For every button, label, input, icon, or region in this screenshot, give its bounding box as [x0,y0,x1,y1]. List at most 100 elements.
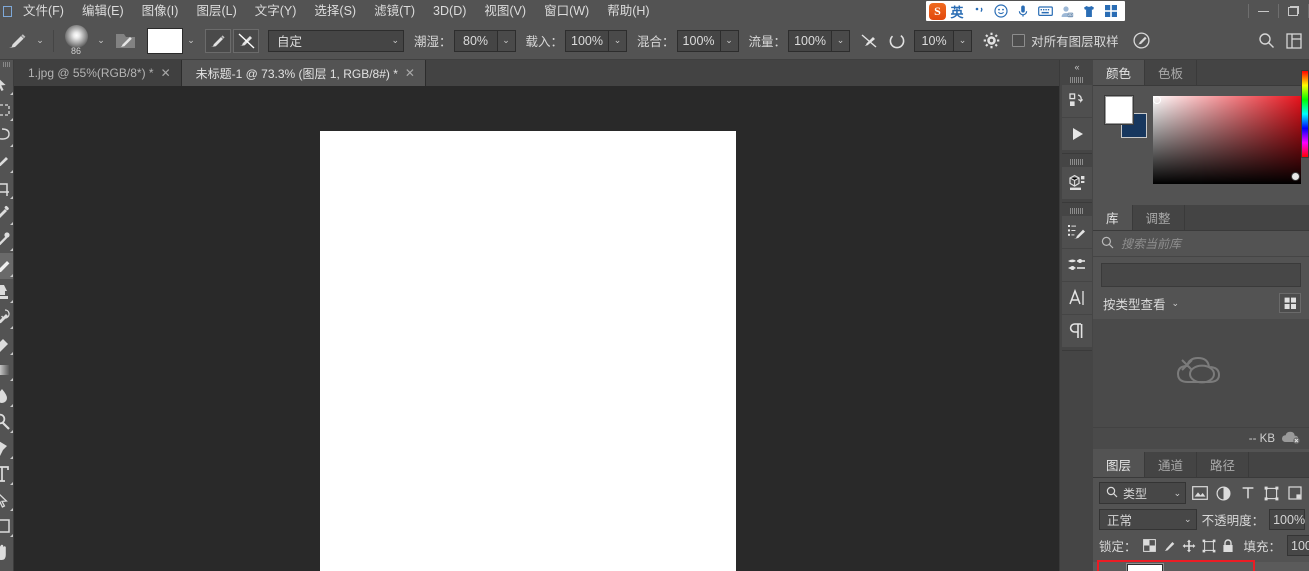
library-search-input[interactable]: 搜索当前库 [1121,235,1181,252]
load-value-field[interactable]: 100% [565,30,609,52]
rail-grip-3[interactable] [1070,208,1084,214]
keyboard-icon[interactable] [1034,2,1056,21]
mix-stepper[interactable]: ⌄ [721,30,739,52]
brush-color-caret-icon[interactable]: ⌄ [183,30,199,52]
brush-tool[interactable] [0,253,14,279]
smoothing-icon[interactable] [884,29,910,53]
emoji-icon[interactable] [990,2,1012,21]
blur-tool[interactable] [0,383,14,409]
smoothing-value-field[interactable]: 10% [914,30,954,52]
lock-all-icon[interactable] [1222,538,1234,554]
menu-3d[interactable]: 3D(D) [424,0,475,22]
type-filter-icon[interactable] [1238,482,1258,504]
toolbox-icon[interactable] [1100,2,1122,21]
lock-image-icon[interactable] [1162,538,1176,554]
menu-window[interactable]: 窗口(W) [535,0,598,22]
punctuation-toggle-icon[interactable] [968,2,990,21]
search-icon[interactable] [1253,29,1279,53]
menu-file[interactable]: 文件(F) [14,0,73,22]
color-spectrum-thumb[interactable] [1291,172,1300,181]
character-panel-icon[interactable] [1062,282,1092,314]
path-selection-tool[interactable] [0,487,14,513]
eyedropper-tool[interactable] [0,201,14,227]
load-stepper[interactable]: ⌄ [609,30,627,52]
move-tool[interactable] [0,71,14,97]
library-search-row[interactable]: 搜索当前库 [1093,231,1309,257]
history-brush-tool[interactable] [0,305,14,331]
brush-preset-picker[interactable] [113,29,139,53]
mixer-preset-select[interactable]: 自定 ⌄ [268,30,404,52]
document-tab-1[interactable]: 1.jpg @ 55%(RGB/8*) * ✕ [14,60,182,86]
opacity-value-field[interactable]: 100% [1269,509,1305,530]
active-tool-icon[interactable] [2,26,32,56]
adjustment-filter-icon[interactable] [1214,482,1234,504]
tab-swatches[interactable]: 色板 [1145,60,1197,85]
color-spectrum[interactable] [1153,96,1301,184]
mix-value-field[interactable]: 100% [677,30,721,52]
clean-brush-after-stroke-button[interactable] [233,29,259,53]
smoothing-stepper[interactable]: ⌄ [954,30,972,52]
workspace-icon[interactable] [1281,29,1307,53]
tab-layers[interactable]: 图层 [1093,452,1145,477]
brush-presets-icon[interactable] [1062,249,1092,281]
gradient-tool[interactable] [0,357,14,383]
type-tool[interactable] [0,461,14,487]
table-row[interactable]: 图层 1 [1093,562,1309,571]
menu-layer[interactable]: 图层(L) [187,0,245,22]
foreground-background-swatches[interactable] [1105,96,1147,138]
dodge-tool[interactable] [0,409,14,435]
clone-stamp-tool[interactable] [0,279,14,305]
flow-value-field[interactable]: 100% [788,30,832,52]
foreground-color-swatch[interactable] [1105,96,1133,124]
microphone-icon[interactable] [1012,2,1034,21]
sogou-logo-icon[interactable]: S [929,3,946,20]
tab-libraries[interactable]: 库 [1093,205,1133,230]
tab-channels[interactable]: 通道 [1145,452,1197,477]
wet-stepper[interactable]: ⌄ [498,30,516,52]
menu-select[interactable]: 选择(S) [305,0,365,22]
minimize-button[interactable] [1249,0,1278,22]
lock-transparency-icon[interactable] [1143,538,1156,554]
document-canvas[interactable] [320,131,736,571]
lock-artboard-icon[interactable] [1202,538,1216,554]
brush-color-swatch[interactable] [147,28,183,54]
load-brush-after-stroke-button[interactable] [205,29,231,53]
sample-all-layers-checkbox[interactable] [1012,34,1025,47]
canvas-area[interactable] [14,86,1059,571]
library-view-by-label[interactable]: 按类型查看 [1103,294,1166,313]
chevron-down-icon[interactable]: ⌄ [1172,298,1180,309]
menu-image[interactable]: 图像(I) [133,0,188,22]
library-grid-view-button[interactable] [1279,293,1301,313]
history-panel-icon[interactable] [1062,85,1092,117]
tab-adjustments[interactable]: 调整 [1133,205,1185,230]
fill-value-field[interactable]: 100% [1287,535,1309,556]
pen-tool[interactable] [0,435,14,461]
hand-tool[interactable] [0,539,14,565]
wet-value-field[interactable]: 80% [454,30,498,52]
ime-language-toggle[interactable]: 英 [946,2,968,21]
brush-picker-caret-icon[interactable]: ⌄ [93,30,109,52]
library-select[interactable] [1101,263,1301,287]
shape-filter-icon[interactable] [1261,482,1281,504]
healing-brush-tool[interactable] [0,227,14,253]
menu-type[interactable]: 文字(Y) [246,0,306,22]
actions-play-icon[interactable] [1062,118,1092,150]
close-icon[interactable]: ✕ [161,67,171,79]
restore-button[interactable] [1279,0,1308,22]
airbrush-icon[interactable] [856,29,882,53]
blend-mode-select[interactable]: 正常 ⌄ [1099,509,1197,530]
menu-help[interactable]: 帮助(H) [598,0,658,22]
3d-panel-icon[interactable] [1062,167,1092,199]
sogou-ime-toolbar[interactable]: S 英 2D [926,1,1125,21]
collapse-panels-icon[interactable]: « [1060,60,1094,74]
app-home-icon[interactable] [0,0,14,22]
gear-icon[interactable] [978,29,1004,53]
menu-view[interactable]: 视图(V) [475,0,535,22]
tools-panel-grip[interactable] [3,62,11,67]
tool-preset-caret-icon[interactable]: ⌄ [32,30,48,52]
layer-filter-kind-select[interactable]: 类型 ⌄ [1099,482,1186,504]
skin-icon[interactable] [1078,2,1100,21]
smart-object-filter-icon[interactable] [1285,482,1305,504]
shape-tool[interactable] [0,513,14,539]
paragraph-panel-icon[interactable] [1062,315,1092,347]
